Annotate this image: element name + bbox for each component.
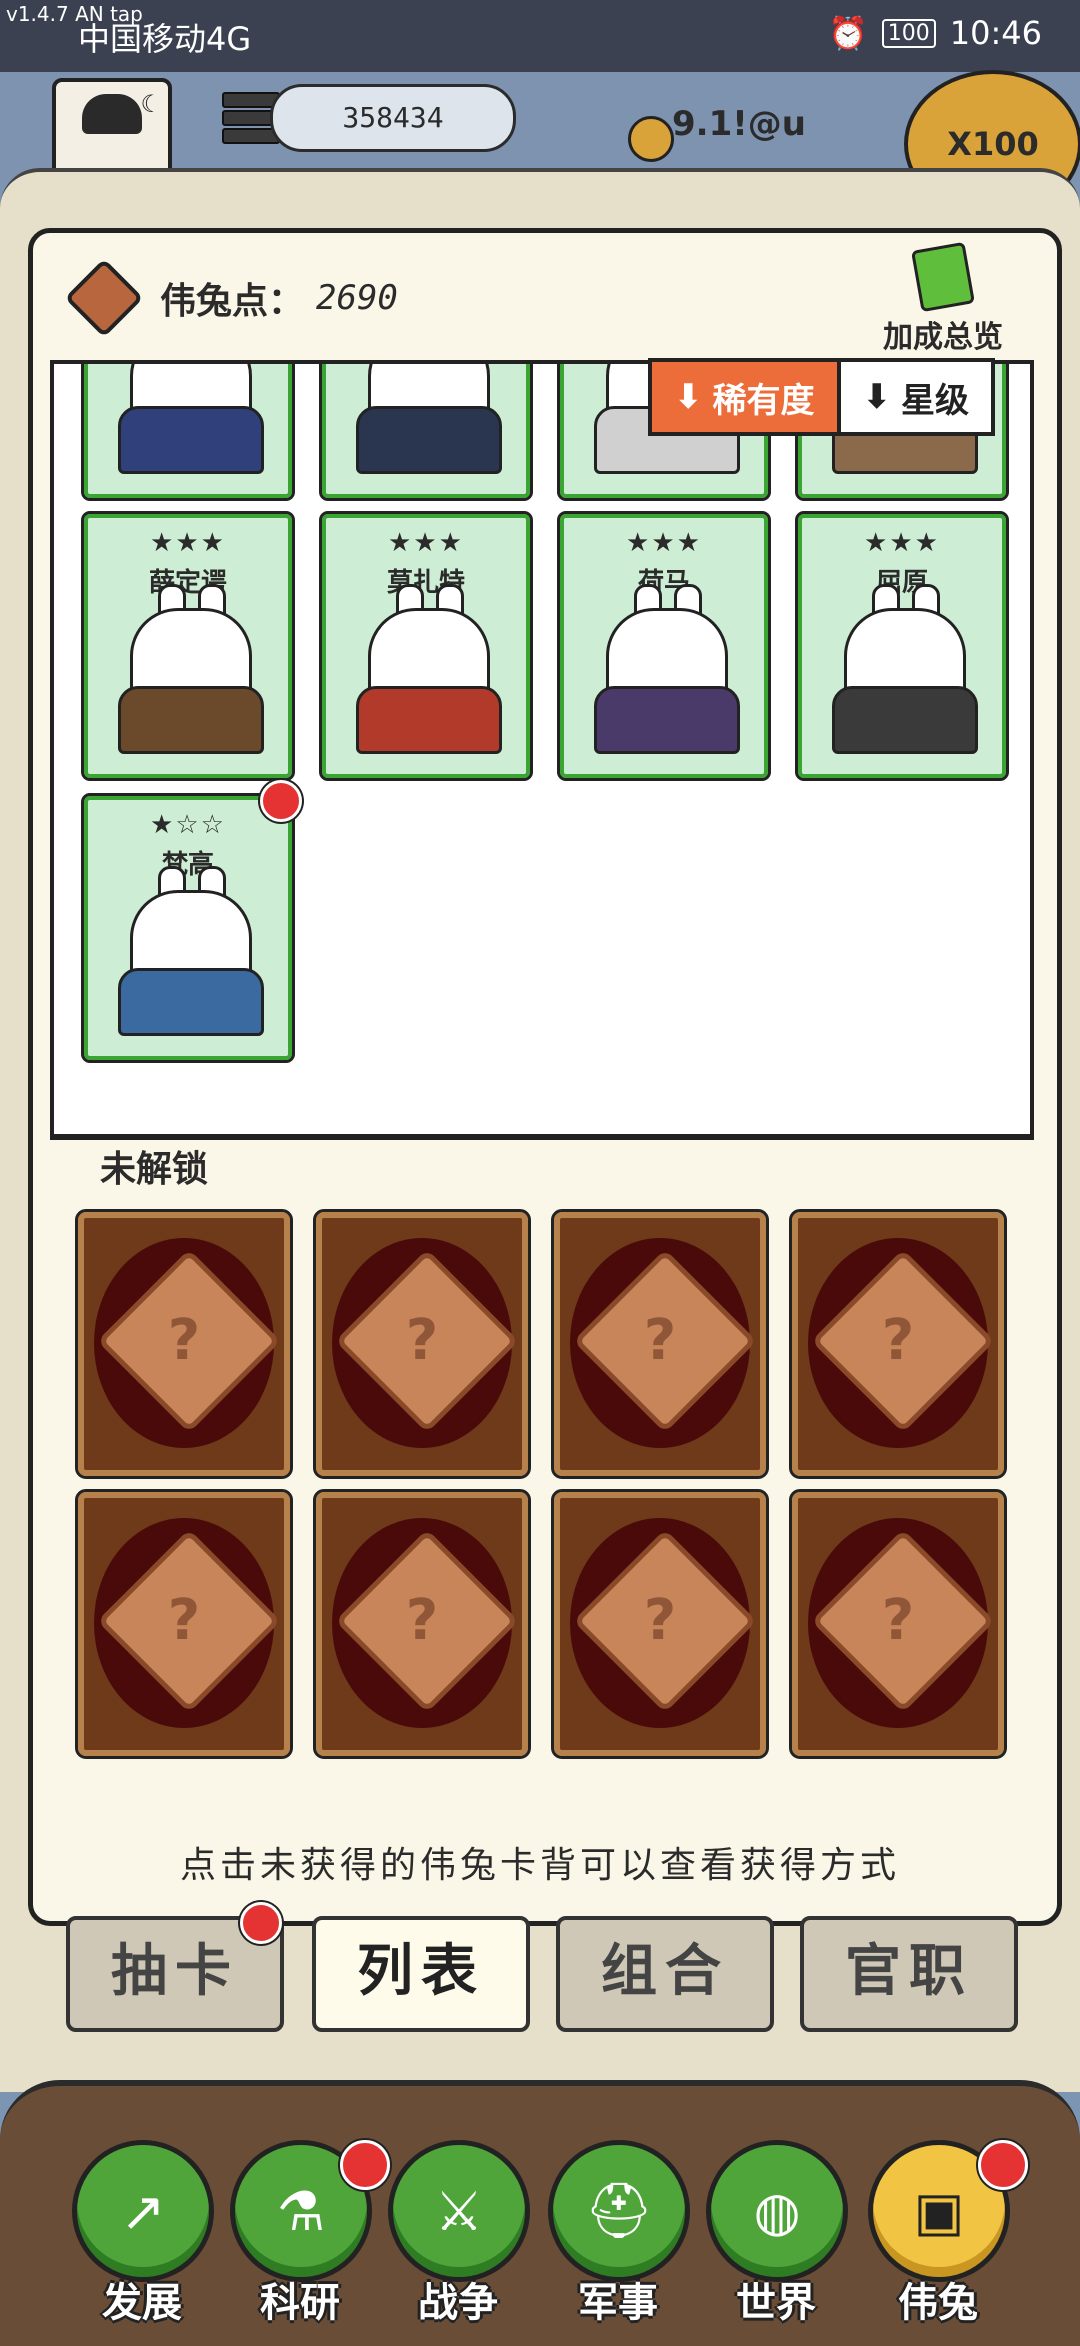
hero-card[interactable]: ★★★ 薛定谔 xyxy=(81,511,295,781)
locked-card[interactable]: ? xyxy=(75,1489,293,1759)
nav-item[interactable]: ⛑ 军事 xyxy=(548,2140,690,2330)
nav-label: 伟兔 xyxy=(898,2280,978,2326)
costume xyxy=(594,686,740,754)
points-row: 伟兔点： 2690 xyxy=(64,258,398,338)
card-name: 梵高 xyxy=(161,850,214,880)
star-rating: ★★★ xyxy=(626,528,702,558)
hero-card[interactable]: ★☆☆ 梵高 xyxy=(81,793,295,1063)
tab-2[interactable]: 组合 xyxy=(556,1916,774,2032)
card-name: 屈原 xyxy=(875,568,928,598)
nav-item[interactable]: ⚔ 战争 xyxy=(388,2140,530,2330)
locked-section-title: 未解锁 xyxy=(100,1149,209,1190)
tab-1[interactable]: 列表 xyxy=(312,1916,530,2032)
question-mark: ? xyxy=(167,1588,201,1653)
sort-stars-button[interactable]: ⬇ 星级 xyxy=(840,358,995,436)
question-mark: ? xyxy=(881,1308,915,1373)
tab-label: 列表 xyxy=(357,1939,485,2004)
sort-stars-label: 星级 xyxy=(901,380,969,421)
tab-label: 组合 xyxy=(601,1939,729,2004)
star-rating: ★★★ xyxy=(150,528,226,558)
question-mark: ? xyxy=(881,1588,915,1653)
version-label: v1.4.7 AN tap xyxy=(6,2,143,26)
nav-badge xyxy=(340,2140,390,2190)
locked-card[interactable]: ? xyxy=(551,1209,769,1479)
hat-icon xyxy=(82,94,142,134)
card-name: 薛定谔 xyxy=(148,568,227,598)
nav-label: 发展 xyxy=(102,2280,182,2326)
hero-card[interactable]: ★★★ 屈原 xyxy=(795,511,1009,781)
clock: 10:46 xyxy=(949,14,1042,52)
question-mark: ? xyxy=(643,1308,677,1373)
new-badge xyxy=(260,780,302,822)
globe-icon: ◍ xyxy=(706,2140,848,2282)
costume xyxy=(118,406,264,474)
star-rating: ★★★ xyxy=(864,528,940,558)
rabbit-point-icon xyxy=(64,258,144,338)
locked-card[interactable]: ? xyxy=(313,1489,531,1759)
helmet-icon: ⛑ xyxy=(548,2140,690,2282)
question-mark: ? xyxy=(167,1308,201,1373)
nav-label: 军事 xyxy=(578,2280,658,2326)
tab-label: 抽卡 xyxy=(111,1939,239,2004)
alarm-icon: ⏰ xyxy=(827,14,868,52)
arrow-down-icon: ⬇ xyxy=(674,377,703,417)
star-rating: ★★★ xyxy=(388,528,464,558)
bonus-overview-label: 加成总览 xyxy=(883,320,1003,355)
hero-card[interactable]: ★★★ 莫扎特 xyxy=(319,511,533,781)
costume xyxy=(118,968,264,1036)
swords-icon: ⚔ xyxy=(388,2140,530,2282)
sort-controls: ⬇ 稀有度 ⬇ 星级 xyxy=(648,358,995,438)
gold-coin-icon xyxy=(628,116,674,162)
nav-label: 世界 xyxy=(736,2280,816,2326)
costume xyxy=(832,686,978,754)
battery-indicator: 100 xyxy=(881,18,936,48)
points-value: 2690 xyxy=(316,278,398,318)
hero-card[interactable] xyxy=(81,364,295,501)
gold-count: 9.1!@u xyxy=(672,104,806,144)
locked-card[interactable]: ? xyxy=(789,1209,1007,1479)
locked-card[interactable]: ? xyxy=(551,1489,769,1759)
arrow-down-icon: ⬇ xyxy=(862,377,892,417)
costume xyxy=(118,686,264,754)
nav-label: 战争 xyxy=(418,2280,498,2326)
tab-label: 官职 xyxy=(845,1939,973,2004)
status-bar: 中国移动4G ⏰ 100 10:46 xyxy=(0,0,1080,72)
tab-3[interactable]: 官职 xyxy=(800,1916,1018,2032)
moon-icon: ☾ xyxy=(140,90,162,118)
card-name: 莫扎特 xyxy=(386,568,465,598)
question-mark: ? xyxy=(643,1588,677,1653)
locked-card[interactable]: ? xyxy=(75,1209,293,1479)
costume xyxy=(356,406,502,474)
sort-rarity-button[interactable]: ⬇ 稀有度 xyxy=(648,358,841,436)
tab-badge xyxy=(240,1902,282,1944)
hint-text: 点击未获得的伟兔卡背可以查看获得方式 xyxy=(179,1845,900,1886)
nav-item[interactable]: ◍ 世界 xyxy=(706,2140,848,2330)
hero-card[interactable]: ★★★ 荷马 xyxy=(557,511,771,781)
question-mark: ? xyxy=(405,1308,439,1373)
nav-badge xyxy=(978,2140,1028,2190)
nav-label: 科研 xyxy=(260,2280,340,2326)
locked-card[interactable]: ? xyxy=(313,1209,531,1479)
sort-rarity-label: 稀有度 xyxy=(712,380,815,421)
card-list[interactable]: ★★★ 薛定谔 ★★★ 莫扎特 ★★★ 荷马 ★★★ 屈原 ★☆☆ 梵高 xyxy=(50,360,1034,1140)
book-icon xyxy=(911,241,975,313)
locked-card[interactable]: ? xyxy=(789,1489,1007,1759)
question-mark: ? xyxy=(405,1588,439,1653)
star-rating: ★☆☆ xyxy=(150,810,226,840)
arrow-up-icon: ↗ xyxy=(72,2140,214,2282)
silver-count: 358434 xyxy=(270,84,516,152)
costume xyxy=(356,686,502,754)
nav-item[interactable]: ↗ 发展 xyxy=(72,2140,214,2330)
points-label: 伟兔点： xyxy=(160,281,305,322)
hero-card[interactable] xyxy=(319,364,533,501)
card-name: 荷马 xyxy=(637,568,690,598)
bonus-overview-button[interactable]: 加成总览 xyxy=(868,241,1018,355)
